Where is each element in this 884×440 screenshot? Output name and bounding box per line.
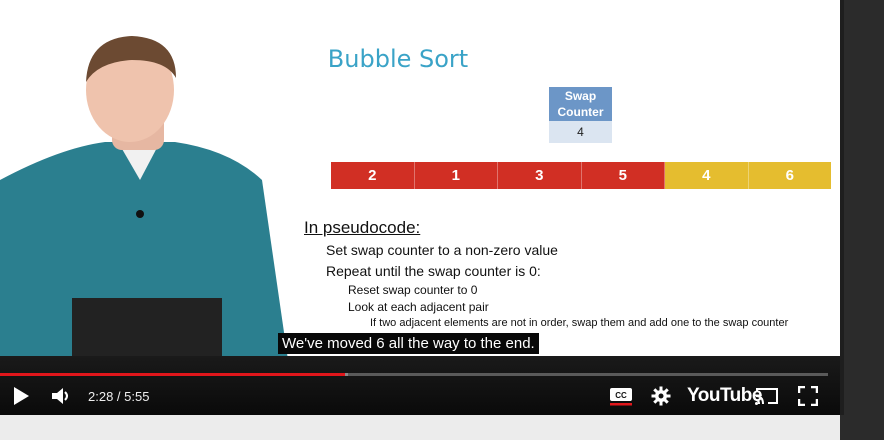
caption-text: We've moved 6 all the way to the end. <box>278 333 539 354</box>
cc-label: CC <box>615 391 627 400</box>
array-cell: 3 <box>498 162 582 189</box>
pseudocode-heading: In pseudocode: <box>304 218 421 237</box>
time-display: 2:28 / 5:55 <box>88 388 150 404</box>
array-cell: 1 <box>414 162 498 189</box>
array-cell: 5 <box>581 162 665 189</box>
closed-captions-button[interactable]: CC <box>609 384 633 408</box>
progress-bar[interactable] <box>0 373 828 376</box>
cast-icon <box>755 388 778 405</box>
video-frame[interactable]: Bubble Sort Swap Counter 4 2 1 3 5 4 6 I… <box>0 0 840 415</box>
pseudocode-line: Look at each adjacent pair <box>348 300 489 314</box>
youtube-logo[interactable]: YouTube <box>687 384 762 408</box>
progress-played <box>0 373 346 376</box>
closed-captions-icon: CC <box>610 388 632 406</box>
play-button[interactable] <box>10 384 32 408</box>
volume-button[interactable] <box>50 384 72 408</box>
fullscreen-icon <box>798 386 818 406</box>
array-cell: 6 <box>748 162 831 189</box>
cast-button[interactable] <box>754 384 780 408</box>
play-icon <box>14 387 29 405</box>
volume-icon <box>52 388 68 404</box>
pseudocode-line: Reset swap counter to 0 <box>348 283 478 297</box>
fullscreen-button[interactable] <box>797 384 819 408</box>
pseudocode-line: Repeat until the swap counter is 0: <box>326 263 541 279</box>
pseudocode-line: Set swap counter to a non-zero value <box>326 242 558 258</box>
page-background <box>840 0 884 440</box>
gear-icon <box>651 386 671 406</box>
array-cell: 4 <box>665 162 749 189</box>
slide-title: Bubble Sort <box>327 45 469 73</box>
player-controls: 2:28 / 5:55 CC YouTube <box>0 356 840 415</box>
presenter-image <box>0 36 288 360</box>
pseudocode-line: If two adjacent elements are not in orde… <box>370 317 789 329</box>
swap-counter-label: Swap Counter <box>549 87 612 121</box>
screen: Bubble Sort Swap Counter 4 2 1 3 5 4 6 I… <box>0 0 884 440</box>
array-cell: 2 <box>331 162 415 189</box>
swap-counter-box: Swap Counter 4 <box>549 87 612 143</box>
swap-counter-value: 4 <box>549 121 612 143</box>
settings-button[interactable] <box>650 384 672 408</box>
array-row: 2 1 3 5 4 6 <box>331 162 831 189</box>
